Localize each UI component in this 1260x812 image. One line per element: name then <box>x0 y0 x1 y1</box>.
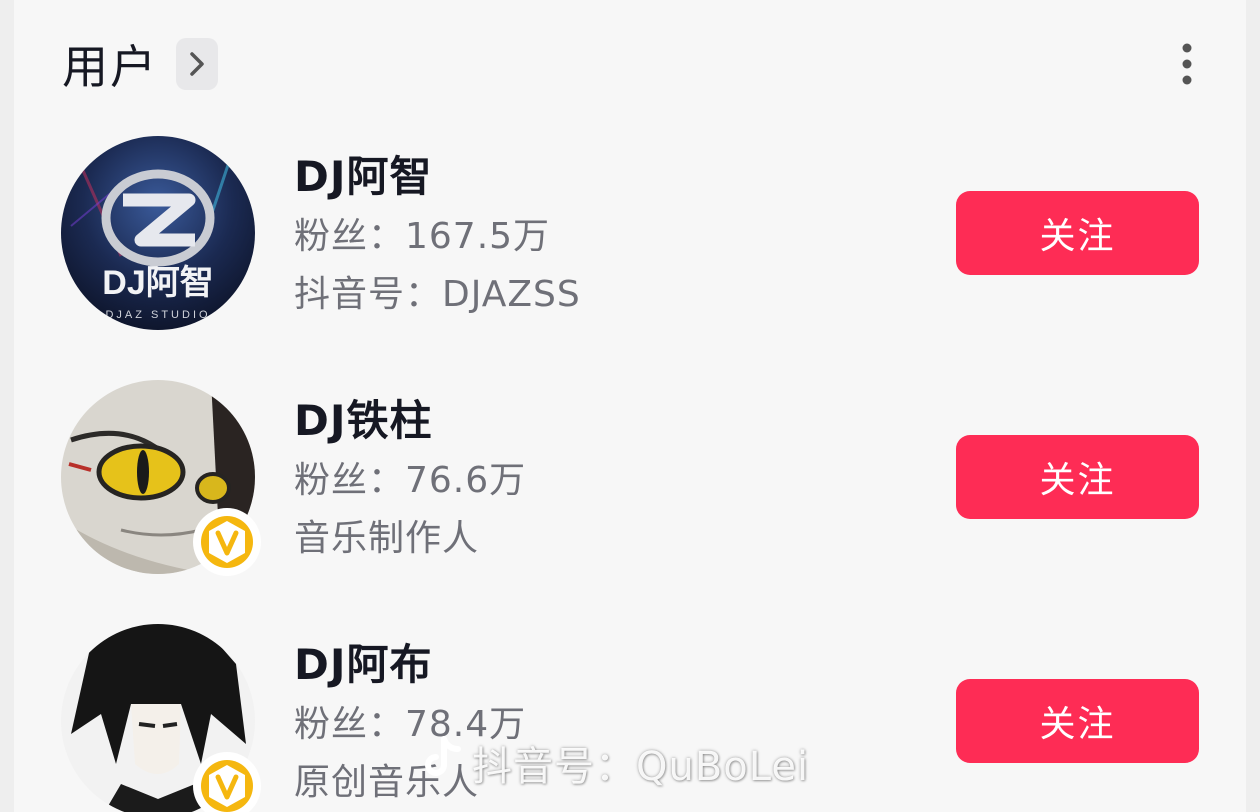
avatar-wrapper <box>61 380 261 576</box>
verified-badge-icon <box>193 752 261 812</box>
user-name[interactable]: DJ阿布 <box>294 636 526 694</box>
fans-count: 粉丝：167.5万 <box>294 216 551 257</box>
user-name[interactable]: DJ铁柱 <box>294 392 526 450</box>
fans-count: 粉丝：76.6万 <box>294 460 527 501</box>
avatar-logo-text: DJ阿智 <box>102 264 213 302</box>
section-title: 用户 <box>62 40 158 94</box>
more-vertical-icon[interactable] <box>1170 38 1204 90</box>
user-results-card: 用户 DJ阿智 DJAZ STUDIO DJ阿智 粉丝：167.5万 抖音号：D… <box>14 0 1246 812</box>
avatar[interactable]: DJ阿智 DJAZ STUDIO <box>61 136 255 330</box>
chevron-right-icon[interactable] <box>176 38 218 90</box>
user-subtitle: 抖音号：DJAZSS <box>294 274 581 315</box>
tiktok-logo-icon <box>422 735 462 791</box>
user-name[interactable]: DJ阿智 <box>294 148 581 206</box>
user-row[interactable]: DJ铁柱 粉丝：76.6万 音乐制作人 关注 <box>14 380 1246 590</box>
user-info: DJ铁柱 粉丝：76.6万 音乐制作人 <box>294 392 526 566</box>
avatar-logo-subtext: DJAZ STUDIO <box>105 309 210 321</box>
avatar-wrapper <box>61 624 261 812</box>
user-row[interactable]: DJ阿智 DJAZ STUDIO DJ阿智 粉丝：167.5万 抖音号：DJAZ… <box>14 136 1246 346</box>
follow-button[interactable]: 关注 <box>956 191 1199 275</box>
watermark: 抖音号：QuBoLei <box>422 728 809 798</box>
verified-badge-icon <box>193 508 261 576</box>
follow-button[interactable]: 关注 <box>956 435 1199 519</box>
avatar-wrapper: DJ阿智 DJAZ STUDIO <box>61 136 255 330</box>
section-header[interactable]: 用户 <box>62 34 218 94</box>
user-subtitle: 音乐制作人 <box>294 518 480 559</box>
follow-button[interactable]: 关注 <box>956 679 1199 763</box>
user-info: DJ阿智 粉丝：167.5万 抖音号：DJAZSS <box>294 148 581 322</box>
watermark-text: 抖音号：QuBoLei <box>472 744 810 790</box>
